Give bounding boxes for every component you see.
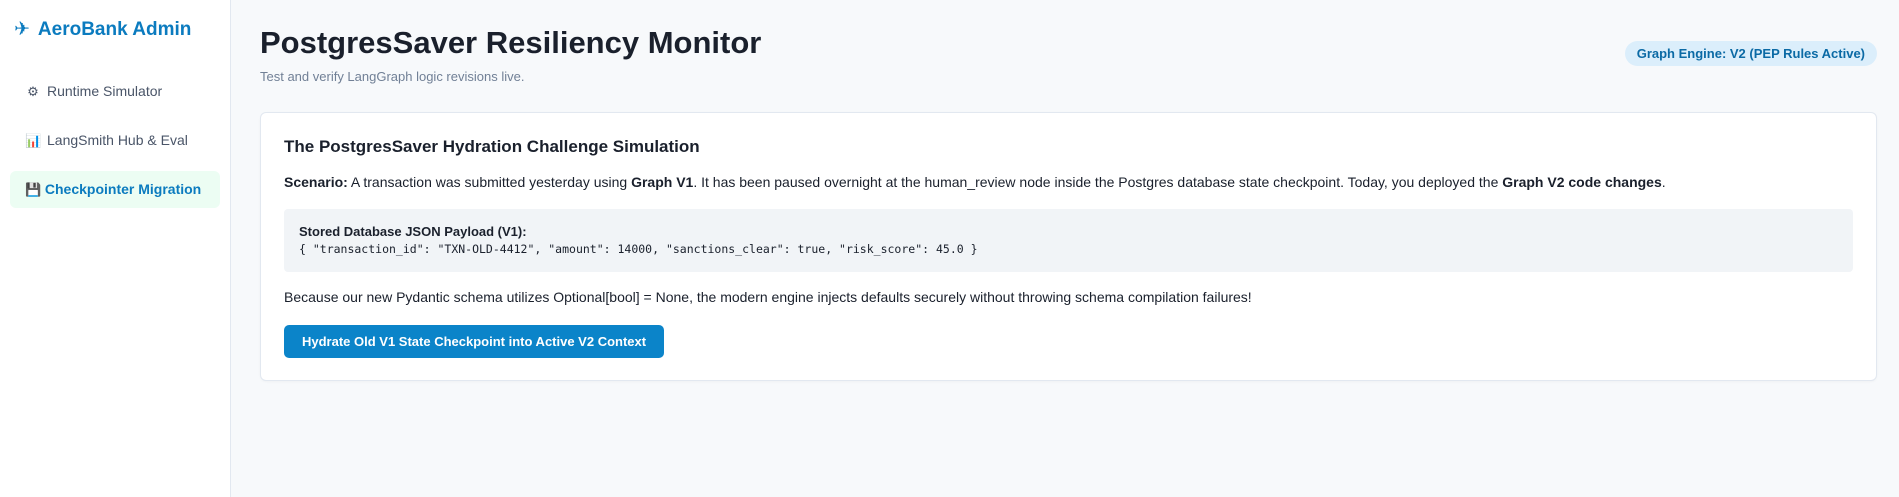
schema-note: Because our new Pydantic schema utilizes… <box>284 289 1252 305</box>
sidebar-item-label: LangSmith Hub & Eval <box>47 132 188 148</box>
card-title: The PostgresSaver Hydration Challenge Si… <box>284 137 700 156</box>
payload-label: Stored Database JSON Payload (V1): <box>299 224 527 239</box>
payload-code: { "transaction_id": "TXN-OLD-4412", "amo… <box>299 242 978 256</box>
scenario-part: A transaction was submitted yesterday us… <box>347 174 632 190</box>
brand-logo[interactable]: ✈ AeroBank Admin <box>10 16 220 43</box>
sidebar-item-langsmith-hub[interactable]: 📊 LangSmith Hub & Eval <box>10 122 220 159</box>
sidebar-item-checkpointer-migration[interactable]: 💾 Checkpointer Migration <box>10 171 220 208</box>
scenario-bold: Graph V1 <box>631 174 694 190</box>
status-badge: Graph Engine: V2 (PEP Rules Active) <box>1624 41 1877 66</box>
hydrate-checkpoint-button[interactable]: Hydrate Old V1 State Checkpoint into Act… <box>284 325 665 358</box>
page-subtitle: Test and verify LangGraph logic revision… <box>260 69 525 84</box>
sidebar-item-label: Runtime Simulator <box>47 83 163 99</box>
sidebar-item-runtime-simulator[interactable]: ⚙ Runtime Simulator <box>10 73 220 110</box>
sidebar: ✈ AeroBank Admin ⚙ Runtime Simulator 📊 L… <box>0 0 231 497</box>
airplane-icon: ✈ <box>14 19 30 40</box>
bar-chart-icon: 📊 <box>25 133 42 148</box>
page-header: PostgresSaver Resiliency Monitor Test an… <box>260 24 1877 84</box>
brand-name: AeroBank Admin <box>37 18 192 40</box>
payload-box: Stored Database JSON Payload (V1): { "tr… <box>284 209 1853 272</box>
page-title: PostgresSaver Resiliency Monitor <box>260 25 762 60</box>
scenario-text: Scenario: A transaction was submitted ye… <box>284 172 1853 192</box>
main-content: PostgresSaver Resiliency Monitor Test an… <box>231 0 1899 497</box>
scenario-label: Scenario: <box>284 174 348 190</box>
scenario-part: . <box>1661 174 1666 190</box>
gear-icon: ⚙ <box>27 84 39 99</box>
simulation-card: The PostgresSaver Hydration Challenge Si… <box>260 112 1877 381</box>
floppy-disk-icon: 💾 <box>25 182 42 197</box>
scenario-bold: Graph V2 code changes <box>1502 174 1662 190</box>
sidebar-item-label: Checkpointer Migration <box>44 181 202 197</box>
scenario-part: . It has been paused overnight at the hu… <box>693 174 1503 190</box>
sidebar-nav: ⚙ Runtime Simulator 📊 LangSmith Hub & Ev… <box>10 73 220 208</box>
